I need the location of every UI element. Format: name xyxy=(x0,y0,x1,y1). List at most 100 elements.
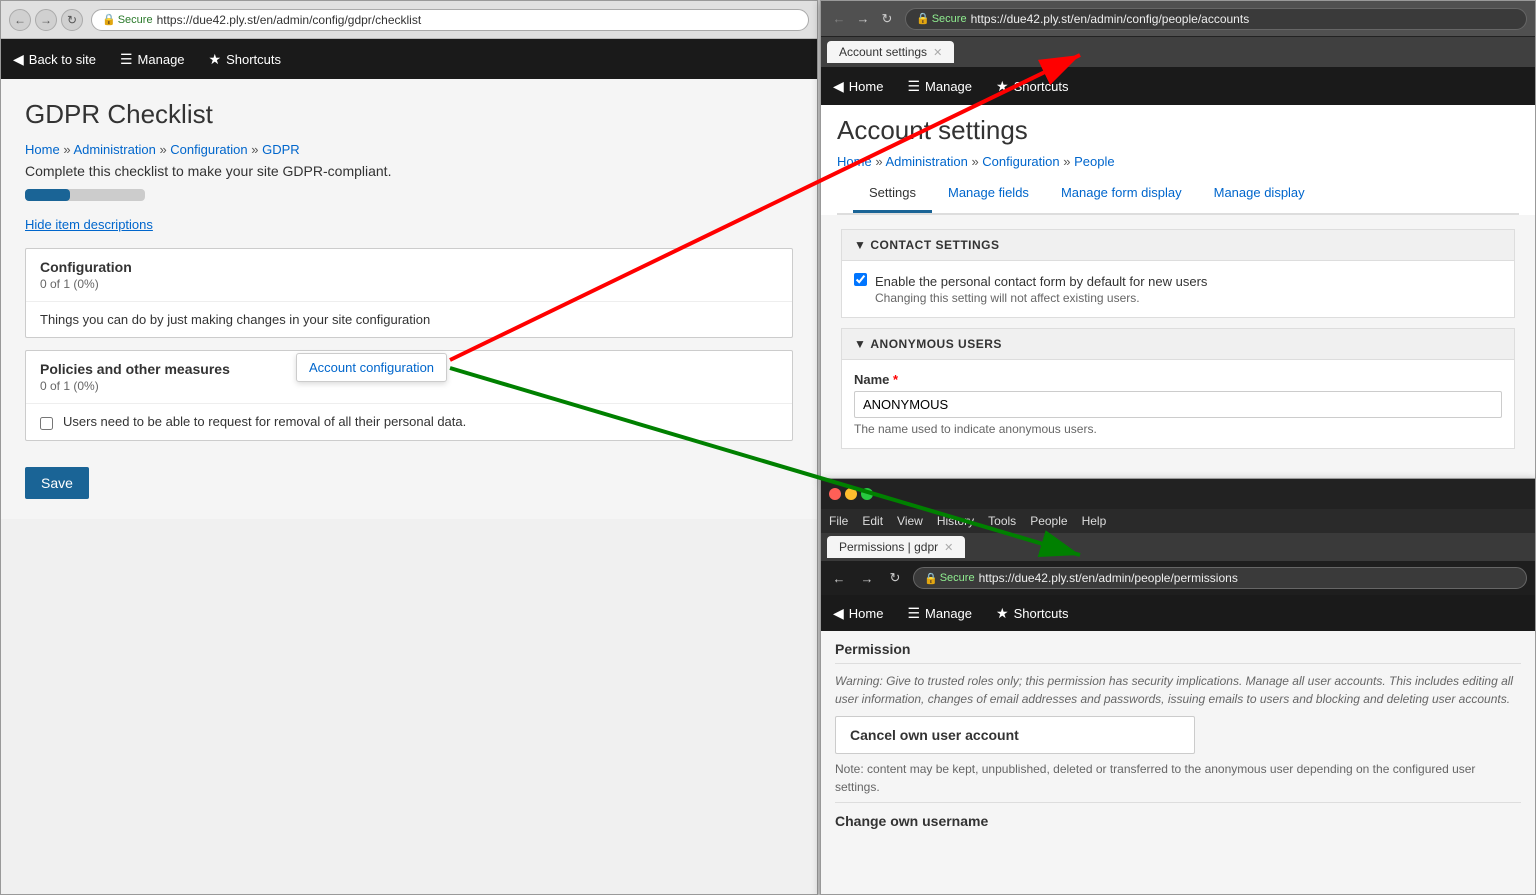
second-breadcrumb: Home » Administration » Configuration » … xyxy=(837,154,1519,169)
note-text: Note: content may be kept, unpublished, … xyxy=(835,760,1521,796)
permissions-tab-close[interactable]: ✕ xyxy=(944,541,953,554)
contact-form-checkbox[interactable] xyxy=(854,273,867,286)
policies-checkbox[interactable] xyxy=(40,417,53,430)
back-to-site-link[interactable]: ◀ Back to site xyxy=(13,51,96,68)
nav-buttons: ← → ↻ xyxy=(9,9,83,31)
change-username-row: Change own username xyxy=(835,802,1521,839)
menu-file[interactable]: File xyxy=(829,514,848,528)
second-forward-button[interactable]: → xyxy=(853,9,873,29)
second-breadcrumb-config[interactable]: Configuration xyxy=(982,154,1059,169)
contact-checkbox-sub: Changing this setting will not affect ex… xyxy=(875,291,1207,305)
account-settings-tab[interactable]: Account settings ✕ xyxy=(827,41,954,63)
third-back-button[interactable]: ← xyxy=(829,568,849,588)
breadcrumb-configuration[interactable]: Configuration xyxy=(170,142,247,157)
anonymous-users-body: Name * The name used to indicate anonymo… xyxy=(841,360,1515,449)
second-page-header: Account settings Home » Administration »… xyxy=(821,105,1535,215)
third-manage-icon: ☰ xyxy=(907,605,920,622)
third-manage-link[interactable]: ☰ Manage xyxy=(907,605,972,622)
second-shortcuts-link[interactable]: ★ Shortcuts xyxy=(996,78,1068,95)
breadcrumb-administration[interactable]: Administration xyxy=(73,142,155,157)
third-shortcuts-link[interactable]: ★ Shortcuts xyxy=(996,605,1068,622)
main-address-bar[interactable]: 🔒 Secure https://due42.ply.st/en/admin/c… xyxy=(91,9,809,31)
progress-bar xyxy=(25,189,793,201)
second-nav-buttons: ← → ↻ xyxy=(829,9,897,29)
minimize-window-button[interactable] xyxy=(845,488,857,500)
tab-manage-display[interactable]: Manage display xyxy=(1198,175,1321,213)
hide-descriptions-link[interactable]: Hide item descriptions xyxy=(25,217,793,232)
contact-settings-header: ▼ CONTACT SETTINGS xyxy=(841,229,1515,261)
anon-triangle-icon: ▼ xyxy=(854,337,866,351)
second-secure-icon: 🔒 Secure xyxy=(916,12,967,25)
third-refresh-button[interactable]: ↻ xyxy=(885,568,905,588)
third-address-row: ← → ↻ 🔒 Secure https://due42.ply.st/en/a… xyxy=(821,561,1535,595)
second-star-icon: ★ xyxy=(996,78,1009,95)
third-browser-chrome xyxy=(821,479,1535,509)
tab-close-icon[interactable]: ✕ xyxy=(933,46,942,59)
second-back-button[interactable]: ← xyxy=(829,9,849,29)
progress-bg xyxy=(25,189,145,201)
close-window-button[interactable] xyxy=(829,488,841,500)
tab-manage-form-display[interactable]: Manage form display xyxy=(1045,175,1198,213)
second-breadcrumb-home[interactable]: Home xyxy=(837,154,872,169)
tab-manage-fields[interactable]: Manage fields xyxy=(932,175,1045,213)
second-breadcrumb-admin[interactable]: Administration xyxy=(885,154,967,169)
third-admin-toolbar: ◀ Home ☰ Manage ★ Shortcuts xyxy=(821,595,1535,631)
back-icon: ◀ xyxy=(13,51,24,68)
account-settings-title: Account settings xyxy=(837,115,1519,146)
shortcuts-link[interactable]: ★ Shortcuts xyxy=(209,51,281,68)
menu-people[interactable]: People xyxy=(1030,514,1067,528)
cancel-account-box: Cancel own user account xyxy=(835,716,1195,754)
permissions-browser: File Edit View History Tools People Help… xyxy=(820,478,1536,895)
manage-icon: ☰ xyxy=(120,51,133,68)
third-forward-button[interactable]: → xyxy=(857,568,877,588)
maximize-window-button[interactable] xyxy=(861,488,873,500)
permission-header: Permission xyxy=(835,641,1521,664)
second-manage-icon: ☰ xyxy=(907,78,920,95)
policies-body: Users need to be able to request for rem… xyxy=(26,404,792,440)
breadcrumb-gdpr[interactable]: GDPR xyxy=(262,142,300,157)
page-description: Complete this checklist to make your sit… xyxy=(25,163,793,179)
anonymous-users-header: ▼ ANONYMOUS USERS xyxy=(841,328,1515,360)
secure-icon: 🔒 Secure xyxy=(102,13,153,26)
manage-link[interactable]: ☰ Manage xyxy=(120,51,185,68)
configuration-header: Configuration 0 of 1 (0%) xyxy=(26,249,792,302)
breadcrumb-home[interactable]: Home xyxy=(25,142,60,157)
account-settings-tabs: Settings Manage fields Manage form displ… xyxy=(837,175,1519,215)
configuration-item-text: Things you can do by just making changes… xyxy=(40,312,430,327)
menu-edit[interactable]: Edit xyxy=(862,514,883,528)
permissions-tab[interactable]: Permissions | gdpr ✕ xyxy=(827,536,965,558)
menu-tools[interactable]: Tools xyxy=(988,514,1016,528)
third-address-bar[interactable]: 🔒 Secure https://due42.ply.st/en/admin/p… xyxy=(913,567,1527,589)
configuration-section: Configuration 0 of 1 (0%) Things you can… xyxy=(25,248,793,338)
second-address-bar[interactable]: 🔒 Secure https://due42.ply.st/en/admin/c… xyxy=(905,8,1527,30)
third-home-link[interactable]: ◀ Home xyxy=(833,605,883,622)
second-browser-chrome: ← → ↻ 🔒 Secure https://due42.ply.st/en/a… xyxy=(821,1,1535,37)
configuration-body: Things you can do by just making changes… xyxy=(26,302,792,337)
third-tab-bar: Permissions | gdpr ✕ xyxy=(821,533,1535,561)
back-button[interactable]: ← xyxy=(9,9,31,31)
second-home-link[interactable]: ◀ Home xyxy=(833,78,883,95)
menu-history[interactable]: History xyxy=(937,514,974,528)
name-field-help: The name used to indicate anonymous user… xyxy=(854,422,1502,436)
account-page-content: ▼ CONTACT SETTINGS Enable the personal c… xyxy=(821,215,1535,473)
account-configuration-tooltip[interactable]: Account configuration xyxy=(296,353,447,382)
second-manage-link[interactable]: ☰ Manage xyxy=(907,78,972,95)
star-icon: ★ xyxy=(209,51,222,68)
tab-settings[interactable]: Settings xyxy=(853,175,932,213)
save-button[interactable]: Save xyxy=(25,467,89,499)
triangle-icon: ▼ xyxy=(854,238,866,252)
third-home-icon: ◀ xyxy=(833,605,844,622)
menu-help[interactable]: Help xyxy=(1082,514,1107,528)
forward-button[interactable]: → xyxy=(35,9,57,31)
menu-view[interactable]: View xyxy=(897,514,923,528)
second-breadcrumb-people[interactable]: People xyxy=(1074,154,1114,169)
second-refresh-button[interactable]: ↻ xyxy=(877,9,897,29)
name-field-label: Name * xyxy=(854,372,1502,387)
refresh-button[interactable]: ↻ xyxy=(61,9,83,31)
policies-item-text: Users need to be able to request for rem… xyxy=(63,414,466,429)
anonymous-name-input[interactable] xyxy=(854,391,1502,418)
page-title: GDPR Checklist xyxy=(25,99,793,130)
third-secure-icon: 🔒 Secure xyxy=(924,572,975,585)
warning-text: Warning: Give to trusted roles only; thi… xyxy=(835,672,1521,708)
contact-checkbox-row: Enable the personal contact form by defa… xyxy=(854,273,1502,305)
